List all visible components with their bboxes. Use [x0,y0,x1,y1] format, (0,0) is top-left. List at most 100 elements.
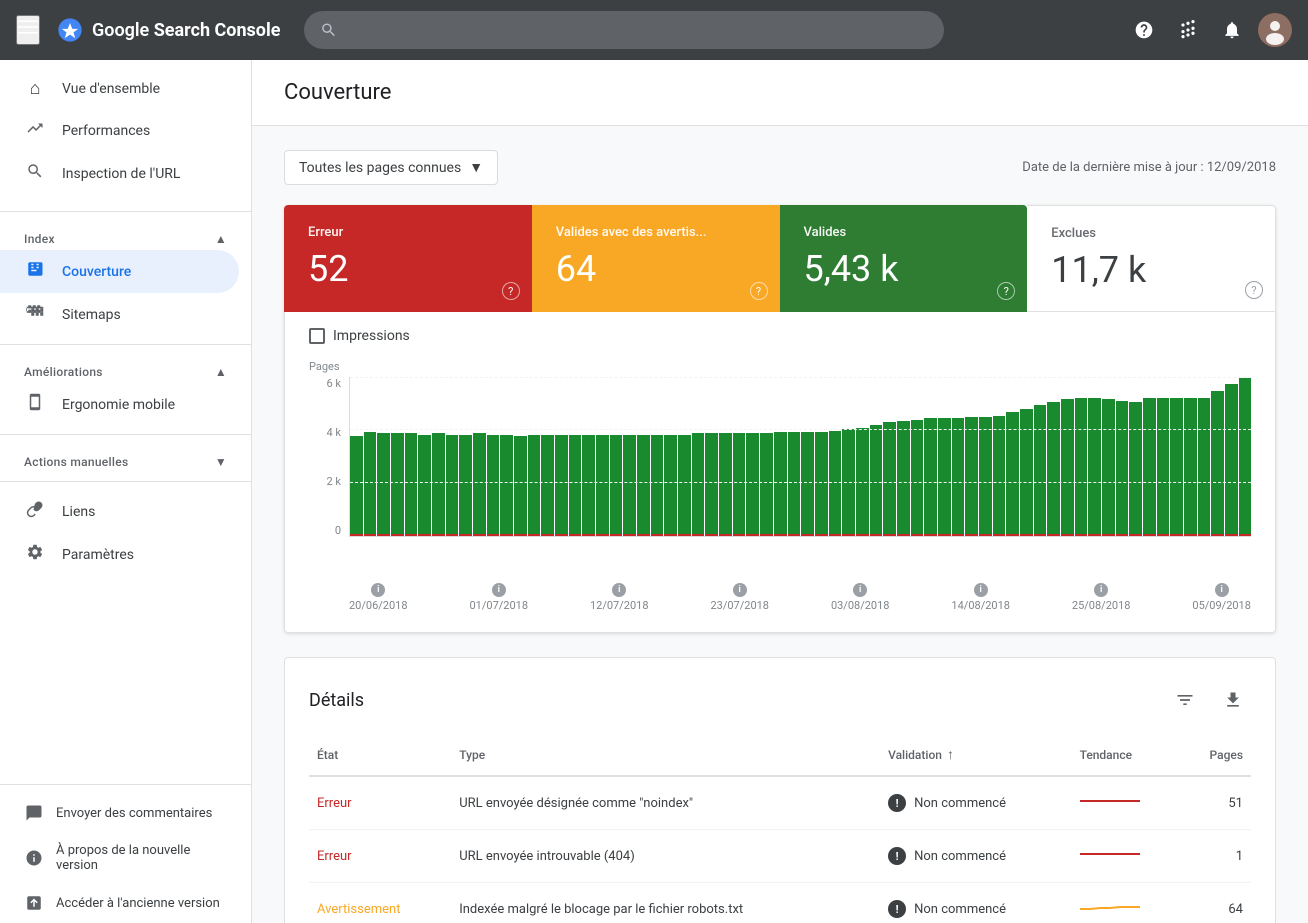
td-trend [1072,830,1181,883]
bar-wrapper [1143,377,1156,536]
status-card-valid[interactable]: Valides 5,43 k ? [780,205,1028,312]
sidebar-group-ameliorations[interactable]: Améliorations ▲ [0,353,251,383]
card-excluded-value: 11,7 k [1051,249,1251,291]
sidebar-divider-1 [0,211,251,212]
sidebar-item-sitemaps[interactable]: Sitemaps [0,293,239,336]
filter-dropdown[interactable]: Toutes les pages connues ▼ [284,150,498,185]
sidebar-item-feedback[interactable]: Envoyer des commentaires [0,793,251,833]
td-validation: !Non commencé [880,883,1071,923]
card-error-info[interactable]: ? [502,282,520,300]
bar-red [1075,534,1088,536]
validation-text: Non commencé [914,849,1006,864]
card-valid-info[interactable]: ? [997,282,1015,300]
bar-wrapper [391,377,404,536]
td-trend [1072,883,1181,923]
apps-icon[interactable] [1170,12,1206,48]
bar-wrapper [418,377,431,536]
sidebar-item-vue-ensemble[interactable]: ⌂ Vue d'ensemble [0,68,239,109]
bar-green [1102,399,1115,534]
bar-red [1061,534,1074,536]
sidebar-item-about[interactable]: À propos de la nouvelle version [0,833,251,883]
search-bar[interactable] [304,11,944,49]
bar-red [1020,534,1033,536]
search-input[interactable] [338,22,929,38]
status-card-excluded[interactable]: Exclues 11,7 k ? [1027,205,1276,312]
bar-red [801,534,814,536]
sidebar-item-old-version[interactable]: Accéder à l'ancienne version [0,883,251,923]
last-update: Date de la dernière mise à jour : 12/09/… [1022,160,1276,175]
bar-wrapper [815,377,828,536]
bar-wrapper [705,377,718,536]
sidebar-item-parametres[interactable]: Paramètres [0,533,239,576]
chart-checkbox[interactable] [309,328,325,344]
bar-red [1198,534,1211,536]
bar-red [446,534,459,536]
sidebar-item-couverture[interactable]: Couverture [0,250,239,293]
col-validation[interactable]: Validation ↑ [880,734,1071,776]
settings-icon [24,543,46,566]
card-excluded-info[interactable]: ? [1245,281,1263,299]
bar-red [1129,534,1142,536]
page-title: Couverture [284,80,1276,105]
sidebar-group-index[interactable]: Index ▲ [0,220,251,250]
bar-wrapper [459,377,472,536]
sidebar-item-label: Paramètres [62,547,134,563]
menu-icon[interactable] [16,15,40,45]
td-pages: 51 [1180,776,1251,830]
sidebar-item-inspection[interactable]: Inspection de l'URL [0,152,239,195]
bar-green [541,435,554,534]
bar-red [569,534,582,536]
x-tick-dot: i [612,583,626,597]
bar-wrapper [1157,377,1170,536]
bar-green [1198,398,1211,534]
bar-red [350,534,363,536]
notifications-icon[interactable] [1214,12,1250,48]
bar-red [1157,534,1170,536]
filter-icon-btn[interactable] [1167,682,1203,718]
bar-green [1088,398,1101,534]
help-icon[interactable] [1126,12,1162,48]
bar-red [555,534,568,536]
bar-red [664,534,677,536]
bar-wrapper [897,377,910,536]
sidebar-group-actions[interactable]: Actions manuelles ▼ [0,443,251,473]
card-excluded-label: Exclues [1051,226,1251,241]
x-tick: i03/08/2018 [831,583,890,612]
bar-wrapper [911,377,924,536]
home-icon: ⌂ [24,78,46,99]
card-warning-info[interactable]: ? [750,282,768,300]
bar-red [500,534,513,536]
table-row[interactable]: ErreurURL envoyée introuvable (404)!Non … [309,830,1251,883]
bar-wrapper [760,377,773,536]
status-card-error[interactable]: Erreur 52 ? [284,205,532,312]
bar-red [815,534,828,536]
sidebar-item-performances[interactable]: Performances [0,109,239,152]
bar-green [788,432,801,534]
bar-green [528,435,541,534]
bar-green [1184,398,1197,534]
sidebar-item-ergonomie[interactable]: Ergonomie mobile [0,383,239,426]
table-row[interactable]: ErreurURL envoyée désignée comme "noinde… [309,776,1251,830]
topbar-right [1126,12,1292,48]
chevron-up-icon: ▲ [215,232,227,246]
sidebar-item-label: Ergonomie mobile [62,397,175,413]
filter-bar: Toutes les pages connues ▼ Date de la de… [284,150,1276,185]
status-card-warning[interactable]: Valides avec des avertis... 64 ? [532,205,780,312]
bar-green [555,435,568,534]
details-title: Détails [309,690,364,711]
bar-red [1102,534,1115,536]
bar-red [1225,534,1238,536]
download-icon-btn[interactable] [1215,682,1251,718]
validation-icon: ! [888,794,906,812]
table-row[interactable]: AvertissementIndexée malgré le blocage p… [309,883,1251,923]
bar-green [1129,402,1142,534]
sidebar-item-liens[interactable]: Liens [0,490,239,533]
bar-green [774,432,787,534]
bar-wrapper [856,377,869,536]
bar-wrapper [555,377,568,536]
trending-icon [24,119,46,142]
bar-wrapper [377,377,390,536]
avatar[interactable] [1258,13,1292,47]
td-validation: !Non commencé [880,776,1071,830]
sidebar-divider-2 [0,344,251,345]
